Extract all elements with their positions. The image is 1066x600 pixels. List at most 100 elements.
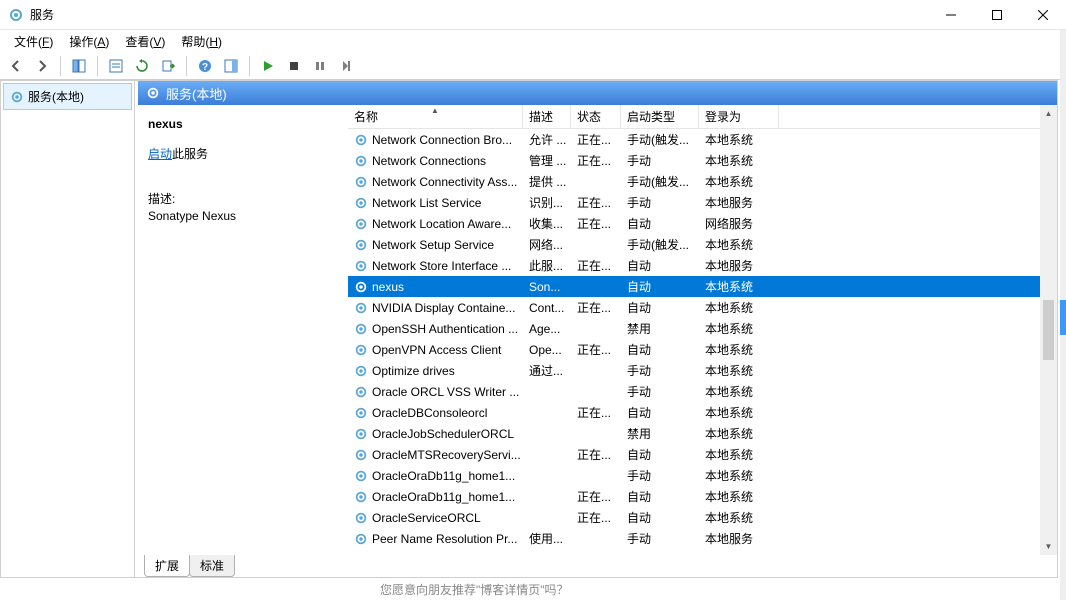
- service-row[interactable]: Oracle ORCL VSS Writer ...手动本地系统: [348, 381, 1040, 402]
- service-startup-cell: 手动: [621, 383, 699, 400]
- gear-icon: [354, 322, 368, 336]
- help-button[interactable]: ?: [193, 54, 217, 78]
- service-row[interactable]: Network List Service识别...正在...手动本地服务: [348, 192, 1040, 213]
- restart-service-button[interactable]: [334, 54, 358, 78]
- gear-icon: [354, 364, 368, 378]
- start-service-suffix: 此服务: [172, 147, 208, 161]
- service-logon-cell: 本地系统: [699, 131, 779, 148]
- service-list[interactable]: Network Connection Bro...允许 ...正在...手动(触…: [348, 129, 1040, 555]
- detail-pane: nexus 启动此服务 描述: Sonatype Nexus: [138, 105, 348, 555]
- service-row[interactable]: Network Location Aware...收集...正在...自动网络服…: [348, 213, 1040, 234]
- start-service-line: 启动此服务: [148, 145, 338, 162]
- maximize-button[interactable]: [974, 0, 1020, 30]
- service-desc-cell: 通过...: [523, 362, 571, 379]
- service-row[interactable]: OracleDBConsoleorcl正在...自动本地系统: [348, 402, 1040, 423]
- pause-service-button[interactable]: [308, 54, 332, 78]
- service-row[interactable]: OpenVPN Access ClientOpe...正在...自动本地系统: [348, 339, 1040, 360]
- start-service-link[interactable]: 启动: [148, 147, 172, 161]
- service-startup-cell: 自动: [621, 488, 699, 505]
- properties-button[interactable]: [104, 54, 128, 78]
- service-name-cell: Network List Service: [348, 196, 523, 210]
- description-text: Sonatype Nexus: [148, 209, 338, 223]
- nav-item-services-local[interactable]: 服务(本地): [3, 83, 132, 110]
- export-button[interactable]: [156, 54, 180, 78]
- service-row[interactable]: Network Connections管理 ...正在...手动本地系统: [348, 150, 1040, 171]
- show-hide-tree-button[interactable]: [67, 54, 91, 78]
- start-service-button[interactable]: [256, 54, 280, 78]
- toolbar: ?: [0, 52, 1066, 80]
- service-row[interactable]: Network Connectivity Ass...提供 ... 手动(触发..…: [348, 171, 1040, 192]
- gear-icon: [354, 133, 368, 147]
- menu-help[interactable]: 帮助(H): [181, 33, 222, 50]
- service-row[interactable]: Network Connection Bro...允许 ...正在...手动(触…: [348, 129, 1040, 150]
- nav-item-label: 服务(本地): [28, 88, 84, 105]
- vertical-scrollbar[interactable]: ▲ ▼: [1040, 105, 1057, 555]
- gear-icon: [354, 259, 368, 273]
- service-status-cell: 正在...: [571, 446, 621, 463]
- service-startup-cell: 手动(触发...: [621, 173, 699, 190]
- action-pane-button[interactable]: [219, 54, 243, 78]
- service-row[interactable]: OracleOraDb11g_home1...手动本地系统: [348, 465, 1040, 486]
- service-logon-cell: 本地服务: [699, 257, 779, 274]
- service-row[interactable]: OracleMTSRecoveryServi...正在...自动本地系统: [348, 444, 1040, 465]
- column-header-name[interactable]: 名称 ▲: [348, 105, 523, 128]
- minimize-button[interactable]: [928, 0, 974, 30]
- title-bar: 服务: [0, 0, 1066, 30]
- service-startup-cell: 手动(触发...: [621, 131, 699, 148]
- service-desc-cell: 提供 ...: [523, 173, 571, 190]
- service-name-cell: OpenSSH Authentication ...: [348, 322, 523, 336]
- column-header-logon[interactable]: 登录为: [699, 105, 779, 128]
- service-status-cell: 正在...: [571, 341, 621, 358]
- service-row[interactable]: Network Store Interface ...此服...正在...自动本…: [348, 255, 1040, 276]
- menu-action[interactable]: 操作(A): [69, 33, 109, 50]
- back-button[interactable]: [4, 54, 28, 78]
- close-button[interactable]: [1020, 0, 1066, 30]
- service-desc-cell: Son...: [523, 280, 571, 294]
- scroll-down-button[interactable]: ▼: [1040, 538, 1057, 555]
- gear-icon: [146, 86, 160, 100]
- service-status-cell: 正在...: [571, 215, 621, 232]
- service-startup-cell: 自动: [621, 404, 699, 421]
- service-row[interactable]: OpenSSH Authentication ...Age...禁用本地系统: [348, 318, 1040, 339]
- service-name-cell: OracleDBConsoleorcl: [348, 406, 523, 420]
- forward-button[interactable]: [30, 54, 54, 78]
- service-row[interactable]: NVIDIA Display Containe...Cont...正在...自动…: [348, 297, 1040, 318]
- gear-icon: [354, 196, 368, 210]
- column-header-startup[interactable]: 启动类型: [621, 105, 699, 128]
- service-name-cell: NVIDIA Display Containe...: [348, 301, 523, 315]
- tab-extended[interactable]: 扩展: [144, 555, 190, 577]
- service-row[interactable]: nexusSon...自动本地系统: [348, 276, 1040, 297]
- content-pane: 服务(本地) nexus 启动此服务 描述: Sonatype Nexus 名称…: [135, 81, 1057, 577]
- column-header-status[interactable]: 状态: [571, 105, 621, 128]
- refresh-button[interactable]: [130, 54, 154, 78]
- service-desc-cell: 管理 ...: [523, 152, 571, 169]
- service-row[interactable]: OracleServiceORCL正在...自动本地系统: [348, 507, 1040, 528]
- menu-file[interactable]: 文件(F): [14, 33, 53, 50]
- stop-service-button[interactable]: [282, 54, 306, 78]
- service-startup-cell: 禁用: [621, 320, 699, 337]
- service-row[interactable]: OracleOraDb11g_home1...正在...自动本地系统: [348, 486, 1040, 507]
- service-startup-cell: 自动: [621, 509, 699, 526]
- gear-icon: [354, 427, 368, 441]
- gear-icon: [354, 217, 368, 231]
- service-row[interactable]: Peer Name Resolution Pr...使用...手动本地服务: [348, 528, 1040, 549]
- service-row[interactable]: Optimize drives通过...手动本地系统: [348, 360, 1040, 381]
- service-status-cell: 正在...: [571, 299, 621, 316]
- scroll-thumb[interactable]: [1043, 300, 1054, 360]
- service-name-cell: Network Connection Bro...: [348, 133, 523, 147]
- service-logon-cell: 本地系统: [699, 383, 779, 400]
- service-name-cell: Network Connections: [348, 154, 523, 168]
- service-desc-cell: 使用...: [523, 530, 571, 547]
- service-startup-cell: 手动(触发...: [621, 236, 699, 253]
- service-name-cell: Optimize drives: [348, 364, 523, 378]
- service-name-cell: Network Connectivity Ass...: [348, 175, 523, 189]
- service-desc-cell: Age...: [523, 322, 571, 336]
- tab-standard[interactable]: 标准: [189, 555, 235, 577]
- scroll-up-button[interactable]: ▲: [1040, 105, 1057, 122]
- service-row[interactable]: Network Setup Service网络...手动(触发...本地系统: [348, 234, 1040, 255]
- service-row[interactable]: OracleJobSchedulerORCL禁用本地系统: [348, 423, 1040, 444]
- gear-icon: [354, 490, 368, 504]
- menu-view[interactable]: 查看(V): [125, 33, 165, 50]
- outer-scroll-thumb[interactable]: [1060, 300, 1066, 335]
- column-header-description[interactable]: 描述: [523, 105, 571, 128]
